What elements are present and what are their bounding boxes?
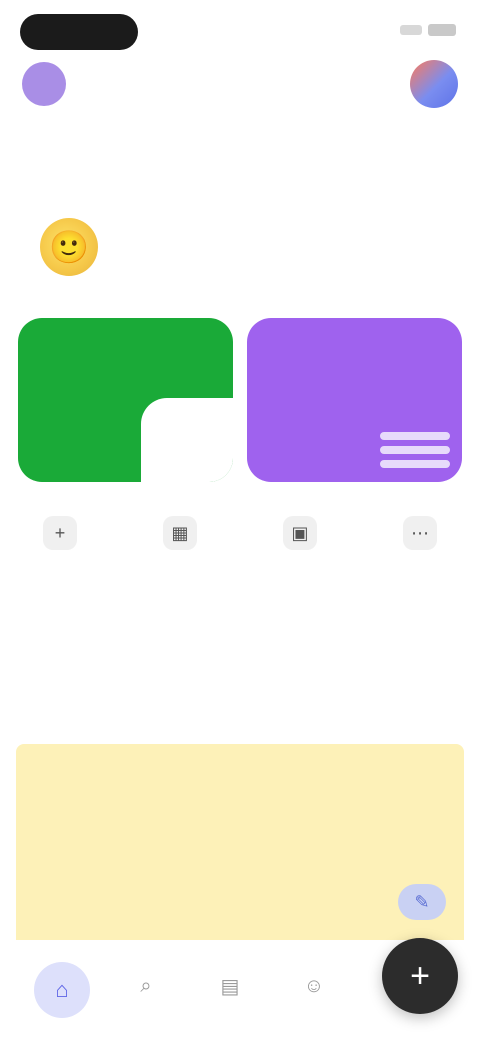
home-icon: ⌂ xyxy=(34,962,90,1018)
status-bar xyxy=(0,0,480,58)
pencil-icon: ✎ xyxy=(414,891,430,912)
user-icon: ☺ xyxy=(303,974,325,997)
chart-icon: ▤ xyxy=(220,975,240,998)
status-time-pill xyxy=(20,14,138,50)
card-line xyxy=(380,460,450,468)
card-line xyxy=(380,432,450,440)
tab-stats[interactable]: ▤ xyxy=(188,972,272,1008)
card-line xyxy=(380,446,450,454)
smile-icon: 🙂 xyxy=(40,218,98,276)
action-wallet[interactable]: ▣ xyxy=(255,516,345,570)
add-fab-button[interactable]: + xyxy=(382,938,458,1014)
search-icon: ⌕ xyxy=(140,974,152,997)
cards-row xyxy=(18,318,462,482)
more-icon: ⋯ xyxy=(403,516,437,550)
tab-search[interactable]: ⌕ xyxy=(104,972,188,1008)
action-more[interactable]: ⋯ xyxy=(375,516,465,570)
menu-avatar[interactable] xyxy=(22,62,66,106)
action-grid[interactable]: ▦ xyxy=(135,516,225,570)
tab-profile[interactable]: ☺ xyxy=(272,972,356,1008)
card-purple[interactable] xyxy=(247,318,462,482)
battery-icon xyxy=(428,24,456,36)
status-indicators xyxy=(400,14,456,36)
plus-icon: + xyxy=(410,956,430,995)
note-card[interactable]: ✎ xyxy=(16,744,464,964)
card-decoration xyxy=(380,432,450,468)
greeting: 🙂 xyxy=(40,218,114,276)
quick-actions: + ▦ ▣ ⋯ xyxy=(0,516,480,606)
card-notch xyxy=(141,398,233,482)
tab-home[interactable]: ⌂ xyxy=(20,962,104,1018)
wallet-icon: ▣ xyxy=(283,516,317,550)
signal-icon xyxy=(400,25,422,35)
edit-note-button[interactable]: ✎ xyxy=(398,884,446,920)
header xyxy=(0,60,480,170)
card-green[interactable] xyxy=(18,318,233,482)
grid-icon: ▦ xyxy=(163,516,197,550)
profile-avatar[interactable] xyxy=(410,60,458,108)
add-icon: + xyxy=(43,516,77,550)
action-add[interactable]: + xyxy=(15,516,105,570)
